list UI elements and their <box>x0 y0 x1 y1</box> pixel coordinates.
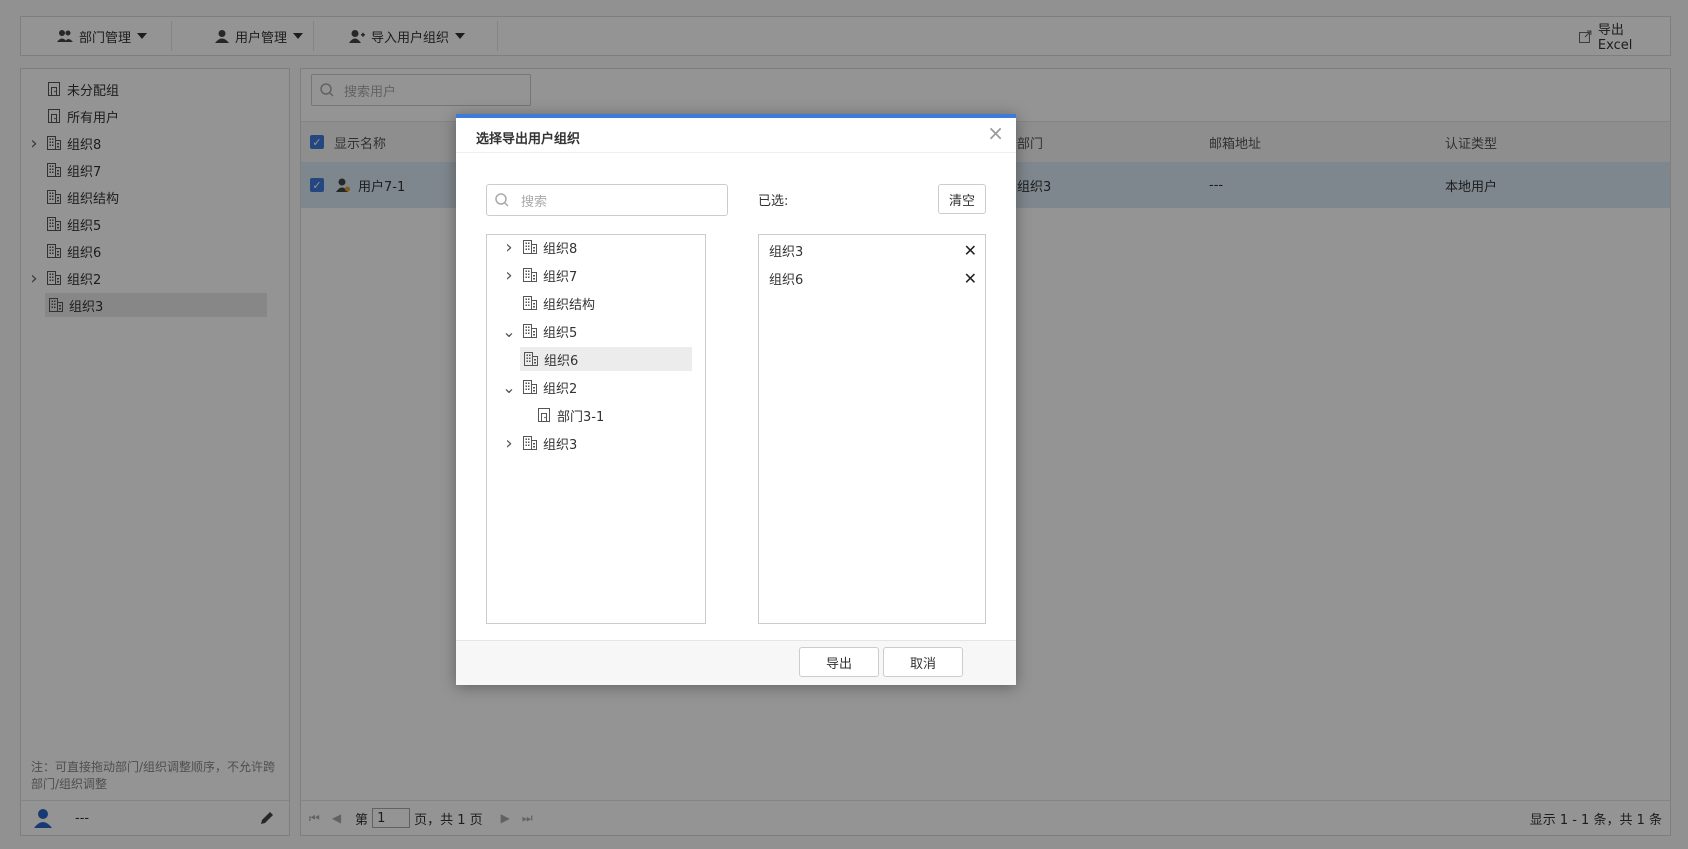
org-tree-item[interactable]: 组织6 <box>520 347 692 371</box>
close-icon[interactable]: × <box>987 123 1004 143</box>
search-icon <box>495 193 509 207</box>
org-search-input[interactable]: 搜索 <box>486 184 728 216</box>
clear-button[interactable]: 清空 <box>938 184 986 214</box>
org-select-tree: › 组织8 › 组织7 组织结构 ⌄ 组织5 组织6 ⌄ 组织2 部门3-1 › 组织3 <box>486 234 706 624</box>
remove-icon[interactable]: ✕ <box>964 241 977 260</box>
org-tree-item-label: 组织5 <box>543 325 578 341</box>
dept-icon <box>537 408 551 422</box>
org-tree-item[interactable]: › 组织8 <box>501 235 577 259</box>
org-tree-item[interactable]: ⌄ 组织2 <box>501 375 577 399</box>
org-icon <box>523 296 537 310</box>
remove-icon[interactable]: ✕ <box>964 269 977 288</box>
chevron-right-icon[interactable]: › <box>501 265 517 286</box>
org-icon <box>523 268 537 282</box>
org-tree-item[interactable]: 组织结构 <box>501 291 595 315</box>
selected-list: 组织3 ✕ 组织6 ✕ <box>758 234 986 624</box>
chevron-right-icon[interactable]: › <box>501 237 517 258</box>
dialog-title: 选择导出用户组织 <box>476 132 581 147</box>
org-tree-item-label: 部门3-1 <box>557 409 605 425</box>
org-tree-item[interactable]: › 组织7 <box>501 263 577 287</box>
chevron-right-icon[interactable]: › <box>501 433 517 454</box>
org-icon <box>523 324 537 338</box>
org-tree-item-label: 组织7 <box>543 269 578 285</box>
selected-item-label: 组织3 <box>769 244 804 260</box>
dialog-footer: 导出 取消 <box>456 640 1016 685</box>
org-tree-item[interactable]: 部门3-1 <box>537 403 604 427</box>
org-tree-item-label: 组织6 <box>544 353 579 369</box>
org-search-placeholder: 搜索 <box>521 194 548 210</box>
org-tree-item-label: 组织2 <box>543 381 578 397</box>
org-tree-item-label: 组织结构 <box>543 297 596 313</box>
cancel-button[interactable]: 取消 <box>883 647 963 677</box>
org-icon <box>524 352 538 366</box>
chevron-down-icon[interactable]: ⌄ <box>501 322 517 341</box>
org-tree-item-label: 组织3 <box>543 437 578 453</box>
org-tree-item[interactable]: › 组织3 <box>501 431 577 455</box>
selected-label: 已选: <box>758 194 789 209</box>
org-tree-item[interactable]: ⌄ 组织5 <box>501 319 577 343</box>
org-tree-item-label: 组织8 <box>543 241 578 257</box>
org-icon <box>523 436 537 450</box>
selected-item-label: 组织6 <box>769 272 804 288</box>
selected-item: 组织6 ✕ <box>759 264 985 292</box>
export-org-dialog: 选择导出用户组织 × 搜索 › 组织8 › 组织7 组织结构 ⌄ 组织5 组织6 ⌄ 组织2 部门3… <box>456 114 1016 685</box>
chevron-down-icon[interactable]: ⌄ <box>501 378 517 397</box>
org-icon <box>523 380 537 394</box>
selected-item: 组织3 ✕ <box>759 236 985 264</box>
org-icon <box>523 240 537 254</box>
export-button[interactable]: 导出 <box>799 647 879 677</box>
divider <box>456 152 1016 153</box>
